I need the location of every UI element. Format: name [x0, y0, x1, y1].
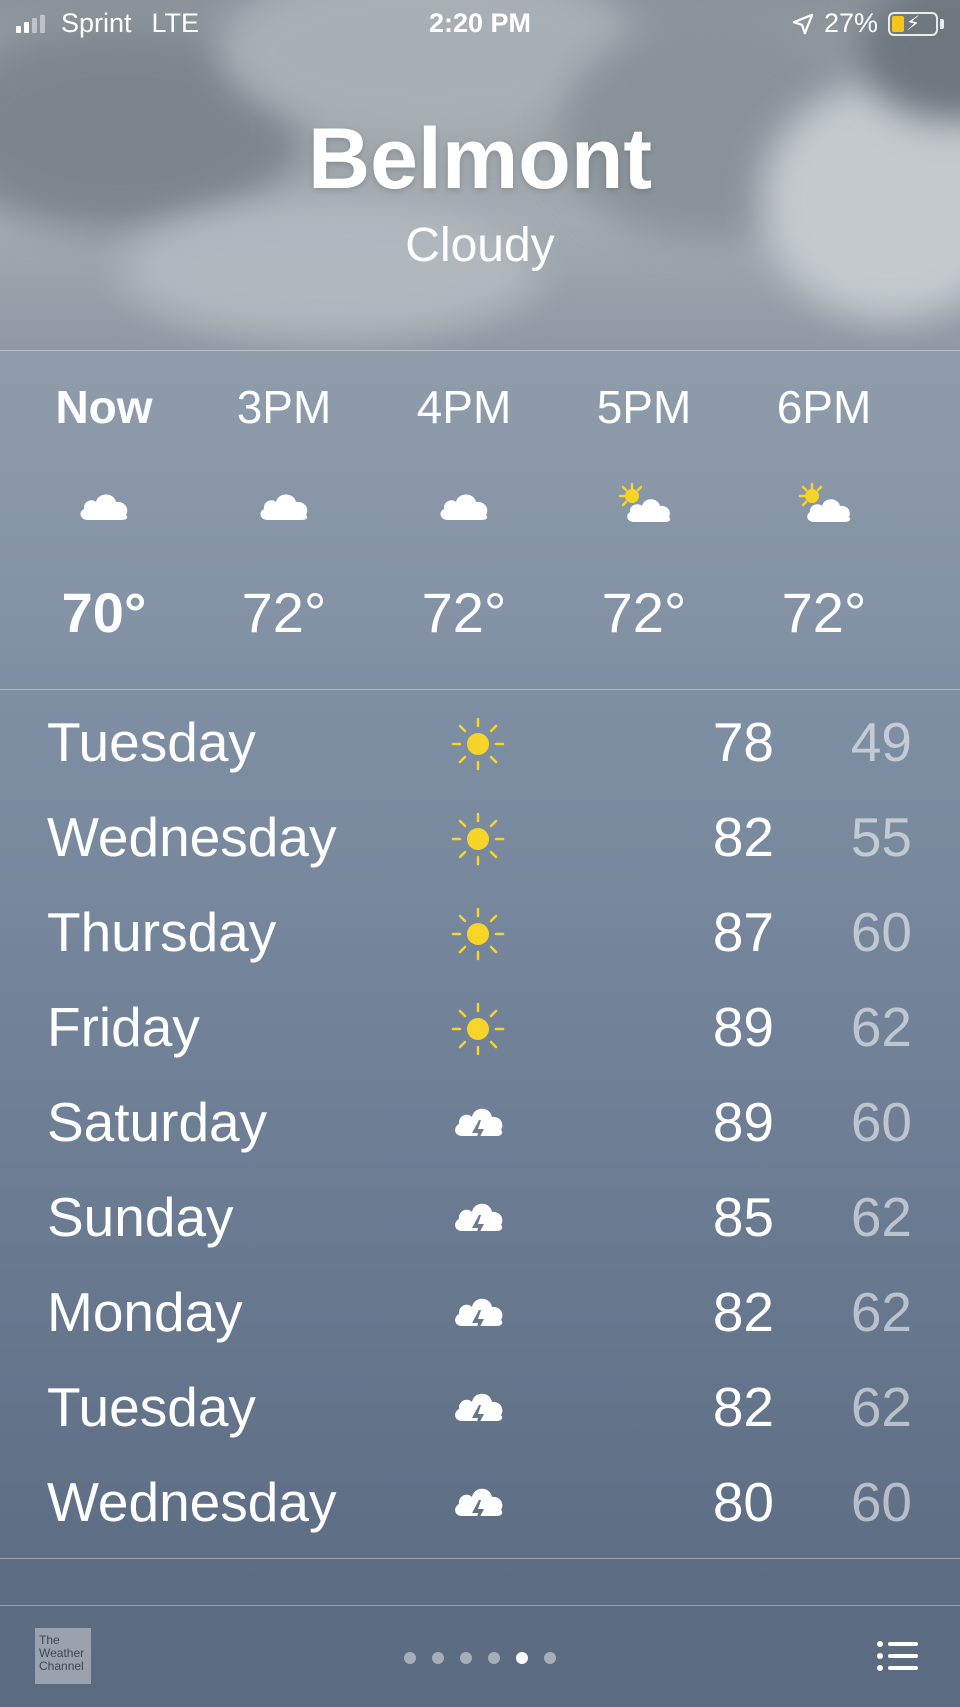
page-dot[interactable]: [544, 1652, 556, 1664]
page-dot[interactable]: [432, 1652, 444, 1664]
daily-row: Saturday 89 60: [0, 1080, 960, 1175]
page-dot[interactable]: [460, 1652, 472, 1664]
day-low: 62: [850, 1281, 912, 1343]
hour-label: 4PM: [416, 381, 512, 433]
day-high: 89: [712, 1091, 774, 1153]
daily-row: Tuesday 82 62: [0, 1365, 960, 1460]
cloud-icon: [260, 494, 308, 520]
page-dot[interactable]: [404, 1652, 416, 1664]
thunderstorm-icon: [455, 1488, 503, 1526]
thunderstorm-icon: [455, 1298, 503, 1336]
day-name: Wednesday: [47, 806, 337, 868]
day-high: 80: [712, 1471, 774, 1533]
battery-charging-icon: ⚡: [888, 11, 938, 36]
cloud-icon: [440, 494, 488, 520]
hour-temp: 72°: [421, 581, 507, 644]
day-name: Wednesday: [47, 1471, 337, 1533]
day-name: Saturday: [47, 1091, 268, 1153]
page-dot-active[interactable]: [516, 1652, 528, 1664]
hour-temp: 72°: [601, 581, 687, 644]
day-low: 55: [850, 806, 912, 868]
divider-top: [0, 350, 960, 351]
sun-icon: [451, 907, 505, 961]
day-low: 49: [850, 711, 912, 773]
daily-row: Sunday 85 62: [0, 1175, 960, 1270]
bottom-toolbar: The Weather Channel: [0, 1606, 960, 1707]
page-dot[interactable]: [488, 1652, 500, 1664]
location-arrow-icon: [792, 13, 814, 34]
cloud-icon: [80, 494, 128, 520]
daily-row: Wednesday 80 60: [0, 1460, 960, 1555]
day-high: 82: [712, 806, 774, 868]
current-condition: Cloudy: [405, 219, 555, 272]
daily-row: Wednesday 82 55: [0, 795, 960, 890]
daily-row: Monday 82 62: [0, 1270, 960, 1365]
hour-temp: 72°: [781, 581, 867, 644]
hourly-forecast[interactable]: Now 70° 3PM 72° 4PM 72° 5PM 72° 6PM 72°: [0, 352, 960, 688]
divider-lower: [0, 1558, 960, 1559]
partly-sunny-icon: [798, 482, 851, 522]
daily-row: Thursday 87 60: [0, 890, 960, 985]
hour-temp: 72°: [241, 581, 327, 644]
thunderstorm-icon: [455, 1108, 503, 1146]
page-indicator[interactable]: [0, 1652, 960, 1664]
daily-row: Friday 89 62: [0, 985, 960, 1080]
city-name: Belmont: [308, 111, 652, 207]
day-high: 85: [712, 1186, 774, 1248]
hour-label: 5PM: [596, 381, 692, 433]
hour-label: 6PM: [776, 381, 872, 433]
battery-percent: 27%: [823, 8, 878, 38]
status-bar-right: 27% ⚡: [792, 8, 944, 39]
hour-label: 3PM: [236, 381, 332, 433]
day-low: 62: [850, 996, 912, 1058]
hour-temp: 70°: [61, 581, 147, 644]
sun-icon: [451, 717, 505, 771]
battery-cap: [940, 18, 944, 29]
hour-label: Now: [55, 381, 153, 433]
thunderstorm-icon: [455, 1203, 503, 1241]
day-low: 62: [850, 1186, 912, 1248]
day-high: 82: [712, 1376, 774, 1438]
sun-icon: [451, 1002, 505, 1056]
day-name: Friday: [47, 996, 200, 1058]
day-high: 89: [712, 996, 774, 1058]
list-icon[interactable]: [876, 1640, 920, 1672]
day-low: 60: [850, 1471, 912, 1533]
day-low: 62: [850, 1376, 912, 1438]
daily-row: Tuesday 78 49: [0, 700, 960, 795]
thunderstorm-icon: [455, 1393, 503, 1431]
divider-middle: [0, 689, 960, 690]
day-name: Thursday: [47, 901, 277, 963]
partly-sunny-icon: [618, 482, 671, 522]
day-name: Tuesday: [47, 711, 256, 773]
day-high: 78: [712, 711, 774, 773]
day-name: Sunday: [47, 1186, 234, 1248]
day-low: 60: [850, 901, 912, 963]
day-low: 60: [850, 1091, 912, 1153]
day-high: 82: [712, 1281, 774, 1343]
day-high: 87: [712, 901, 774, 963]
day-name: Tuesday: [47, 1376, 256, 1438]
day-name: Monday: [47, 1281, 243, 1343]
sun-icon: [451, 812, 505, 866]
status-bar: Sprint LTE 2:20 PM 27% ⚡: [0, 0, 960, 48]
